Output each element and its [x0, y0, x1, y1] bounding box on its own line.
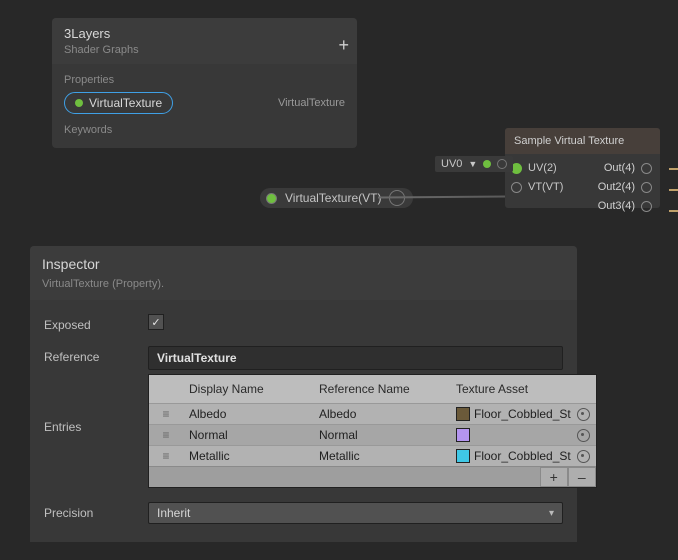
reference-input[interactable]: VirtualTexture — [148, 346, 563, 370]
port-out-icon[interactable] — [266, 193, 277, 204]
drag-handle-icon[interactable]: ≡ — [149, 446, 183, 466]
sample-virtual-texture-node[interactable]: Sample Virtual Texture UV0 ▼ UV(2) VT(VT… — [505, 128, 660, 208]
output-row[interactable]: Out2(4) — [598, 181, 652, 193]
entry-texture-asset[interactable]: Floor_Cobbled_St — [450, 404, 596, 424]
precision-row: Precision Inherit ▾ — [44, 502, 563, 524]
entries-row: Entries Display Name Reference Name Text… — [44, 374, 563, 488]
inspector-subtitle: VirtualTexture (Property). — [42, 278, 565, 290]
graph-edge — [378, 195, 506, 198]
entry-display-name[interactable]: Metallic — [183, 446, 313, 466]
entries-label: Entries — [44, 374, 148, 434]
entry-reference-name[interactable]: Metallic — [313, 446, 450, 466]
sample-node-body: UV0 ▼ UV(2) VT(VT) Out(4) Out2(4) Out3(4… — [505, 154, 660, 208]
col-texture-asset: Texture Asset — [450, 379, 596, 399]
drag-handle-icon[interactable]: ≡ — [149, 404, 183, 424]
table-row[interactable]: ≡NormalNormal — [149, 424, 596, 445]
add-property-button[interactable]: + — [338, 36, 349, 54]
sample-node-title[interactable]: Sample Virtual Texture — [505, 128, 660, 154]
texture-swatch-icon — [456, 407, 470, 421]
graph-node-label: VirtualTexture(VT) — [285, 191, 381, 205]
output-port-icon[interactable] — [641, 163, 652, 174]
reference-row: Reference VirtualTexture — [44, 346, 563, 370]
texture-asset-name: Floor_Cobbled_St — [474, 407, 571, 421]
chevron-down-icon: ▾ — [549, 508, 554, 519]
entries-pm-bar: + – — [149, 466, 596, 487]
entry-display-name[interactable]: Normal — [183, 425, 313, 445]
property-type: VirtualTexture — [278, 97, 345, 109]
precision-select[interactable]: Inherit ▾ — [148, 502, 563, 524]
property-row[interactable]: VirtualTexture VirtualTexture — [64, 92, 345, 114]
inspector-body: Exposed ✓ Reference VirtualTexture Entri… — [30, 300, 577, 542]
output-row[interactable]: Out3(4) — [598, 200, 652, 212]
entry-texture-asset[interactable] — [450, 425, 596, 445]
blackboard-subtitle: Shader Graphs — [64, 44, 345, 56]
exposed-checkbox[interactable]: ✓ — [148, 314, 164, 330]
inspector-title: Inspector — [42, 256, 565, 272]
col-reference-name: Reference Name — [313, 379, 450, 399]
uv-port-dot-icon — [497, 159, 507, 169]
input-port-icon[interactable] — [511, 182, 522, 193]
entry-reference-name[interactable]: Normal — [313, 425, 450, 445]
texture-swatch-icon — [456, 449, 470, 463]
object-picker-icon[interactable] — [577, 450, 590, 463]
property-pill[interactable]: VirtualTexture — [64, 92, 173, 114]
property-dot-icon — [75, 99, 83, 107]
entry-texture-asset[interactable]: Floor_Cobbled_St — [450, 446, 596, 466]
edge-stub — [669, 189, 678, 191]
remove-entry-button[interactable]: – — [568, 467, 596, 487]
output-label: Out(4) — [604, 162, 635, 174]
keywords-heading: Keywords — [64, 124, 345, 136]
uv-link-dot-icon — [483, 160, 491, 168]
entry-display-name[interactable]: Albedo — [183, 404, 313, 424]
exposed-row: Exposed ✓ — [44, 314, 563, 332]
blackboard-title: 3Layers — [64, 26, 345, 41]
uv-dropdown-label: UV0 — [441, 158, 462, 170]
entries-header-row: Display Name Reference Name Texture Asse… — [149, 375, 596, 403]
uv-dropdown[interactable]: UV0 ▼ — [435, 156, 513, 172]
object-picker-icon[interactable] — [577, 429, 590, 442]
table-row[interactable]: ≡MetallicMetallicFloor_Cobbled_St — [149, 445, 596, 466]
texture-asset-name: Floor_Cobbled_St — [474, 449, 571, 463]
blackboard-body: Properties VirtualTexture VirtualTexture… — [52, 64, 357, 150]
add-entry-button[interactable]: + — [540, 467, 568, 487]
output-label: Out3(4) — [598, 200, 635, 212]
texture-swatch-icon — [456, 428, 470, 442]
chevron-down-icon: ▼ — [468, 159, 477, 169]
blackboard-header: 3Layers Shader Graphs + — [52, 18, 357, 64]
output-port-icon[interactable] — [641, 182, 652, 193]
drag-handle-icon[interactable]: ≡ — [149, 425, 183, 445]
output-row[interactable]: Out(4) — [598, 162, 652, 174]
edge-stub — [669, 210, 678, 212]
exposed-label: Exposed — [44, 314, 148, 332]
blackboard-panel: 3Layers Shader Graphs + Properties Virtu… — [52, 18, 357, 148]
reference-label: Reference — [44, 346, 148, 364]
table-row[interactable]: ≡AlbedoAlbedoFloor_Cobbled_St — [149, 403, 596, 424]
outputs-column: Out(4) Out2(4) Out3(4) — [598, 159, 652, 219]
entries-table: Display Name Reference Name Texture Asse… — [148, 374, 597, 488]
input-uv-label: UV(2) — [528, 162, 557, 174]
input-vt-label: VT(VT) — [528, 181, 563, 193]
inspector-panel: Inspector VirtualTexture (Property). Exp… — [30, 246, 577, 542]
output-label: Out2(4) — [598, 181, 635, 193]
precision-label: Precision — [44, 502, 148, 520]
property-name: VirtualTexture — [89, 96, 162, 110]
edge-stub — [669, 168, 678, 170]
output-port-icon[interactable] — [641, 201, 652, 212]
col-display-name: Display Name — [183, 379, 313, 399]
inspector-header: Inspector VirtualTexture (Property). — [30, 246, 577, 300]
entry-reference-name[interactable]: Albedo — [313, 404, 450, 424]
precision-value: Inherit — [157, 506, 190, 520]
entries-body: ≡AlbedoAlbedoFloor_Cobbled_St≡NormalNorm… — [149, 403, 596, 466]
properties-heading: Properties — [64, 74, 345, 86]
object-picker-icon[interactable] — [577, 408, 590, 421]
